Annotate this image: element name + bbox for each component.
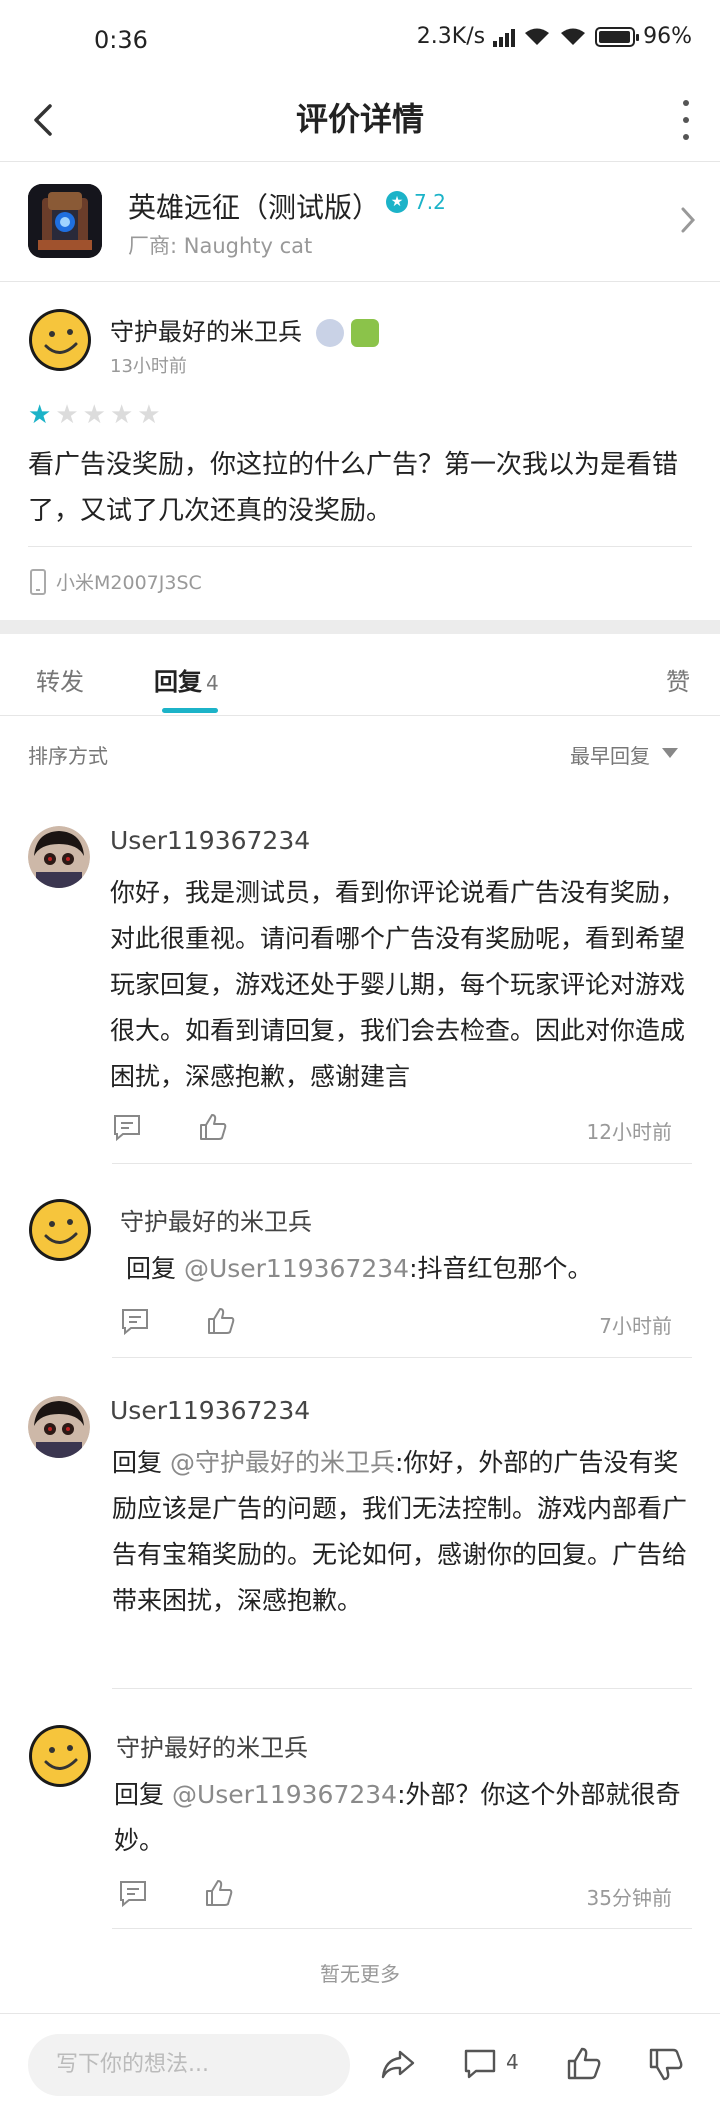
smiley-avatar-icon [29, 1725, 91, 1787]
comment-icon[interactable] [120, 1306, 150, 1336]
reply-actions: 35分钟前 [118, 1878, 672, 1914]
review-time: 13小时前 [110, 356, 187, 377]
status-icons: 2.3K/s 96% [417, 24, 692, 49]
sort-bar: 排序方式 最早回复 [0, 716, 720, 788]
bottom-action-bar: 写下你的想法... 4 [0, 2014, 720, 2113]
divider [28, 546, 692, 547]
reply-text: 回复 @守护最好的米卫兵:你好，外部的广告没有奖励应该是广告的问题，我们无法控制… [112, 1448, 688, 1615]
star-rating: ★ ★ ★ ★ ★ [28, 402, 161, 428]
network-speed: 2.3K/s [416, 24, 486, 49]
tab-forward[interactable]: 转发 [36, 662, 84, 697]
star-icon: ★ [28, 400, 52, 430]
reply-time: 7小时前 [599, 1314, 672, 1338]
sort-dropdown[interactable]: 最早回复 [570, 740, 650, 769]
more-options-button[interactable] [678, 100, 694, 140]
reply-time: 12小时前 [586, 1120, 672, 1144]
comment-input[interactable]: 写下你的想法... [28, 2034, 350, 2096]
review-body: 看广告没奖励，你这拉的什么广告？第一次我以为是看错了，又试了几次还真的没奖励。 [28, 450, 679, 526]
mention-link[interactable]: @守护最好的米卫兵 [170, 1448, 395, 1477]
like-icon[interactable] [204, 1878, 234, 1908]
reply-text: 回复 @User119367234:抖音红包那个。 [126, 1254, 593, 1283]
reply-author[interactable]: 守护最好的米卫兵 [116, 1728, 308, 1763]
comment-icon[interactable] [462, 2046, 498, 2082]
smiley-avatar-icon [29, 309, 91, 371]
star-icon: ★ [82, 400, 106, 430]
review-author[interactable]: 守护最好的米卫兵 [110, 312, 380, 347]
status-bar: 0:36 2.3K/s 96% [0, 0, 720, 80]
section-gap [0, 620, 720, 634]
wifi-icon-2 [559, 27, 587, 47]
comment-icon[interactable] [112, 1112, 142, 1142]
tab-replies[interactable]: 回复 4 [154, 662, 219, 697]
character-avatar-icon [28, 826, 90, 888]
avatar[interactable] [28, 1724, 92, 1788]
divider [112, 1357, 692, 1358]
star-icon: ★ [55, 400, 79, 430]
no-more-label: 暂无更多 [320, 1962, 400, 1986]
reply-text: 回复 @User119367234:外部？你这个外部就很奇妙。 [114, 1780, 681, 1855]
reply-actions: 7小时前 [120, 1306, 672, 1342]
divider [112, 1688, 692, 1689]
divider [112, 1928, 692, 1929]
mention-link[interactable]: @User119367234 [172, 1780, 397, 1809]
battery-icon [595, 26, 640, 47]
sort-label: 排序方式 [28, 744, 108, 768]
game-app-icon [28, 184, 102, 258]
like-icon[interactable] [198, 1112, 228, 1142]
avatar[interactable] [28, 1396, 90, 1458]
reply-time: 35分钟前 [586, 1886, 672, 1910]
avatar[interactable] [28, 1198, 92, 1262]
dislike-icon[interactable] [648, 2046, 684, 2082]
mention-link[interactable]: @User119367234 [184, 1254, 409, 1283]
avatar[interactable] [28, 826, 90, 888]
like-icon[interactable] [206, 1306, 236, 1336]
title-bar: 评价详情 [0, 80, 720, 162]
game-rating: ★ 7.2 [386, 190, 446, 214]
tab-bar: 转发 回复 4 赞 [0, 634, 720, 716]
active-tab-indicator [162, 708, 218, 713]
status-time: 0:36 [94, 26, 148, 54]
device-info: 小米M2007J3SC [30, 568, 202, 595]
dropdown-arrow-icon[interactable] [662, 748, 678, 758]
device-name: 小米M2007J3SC [56, 572, 202, 594]
rating-value: 7.2 [414, 190, 446, 214]
character-badge-icon [351, 319, 380, 347]
game-vendor: 厂商: Naughty cat [128, 234, 313, 258]
divider [112, 1163, 692, 1164]
game-card[interactable]: 英雄远征（测试版） ★ 7.2 厂商: Naughty cat [0, 162, 720, 282]
comment-icon[interactable] [118, 1878, 148, 1908]
reply-actions: 12小时前 [112, 1112, 672, 1148]
like-icon[interactable] [566, 2046, 602, 2082]
smiley-avatar-icon [29, 1199, 91, 1261]
avatar[interactable] [28, 308, 92, 372]
phone-icon [30, 568, 46, 595]
wifi-icon [523, 27, 551, 47]
page-title: 评价详情 [295, 100, 424, 138]
share-icon[interactable] [380, 2046, 416, 2082]
chevron-right-icon [681, 207, 696, 233]
battery-percent: 96% [643, 24, 692, 49]
reply-text: 你好，我是测试员，看到你评论说看广告没有奖励，对此很重视。请问看哪个广告没有奖励… [110, 878, 686, 1091]
reply-author[interactable]: User119367234 [110, 826, 310, 855]
rating-star-icon: ★ [386, 191, 408, 213]
reply-author[interactable]: User119367234 [110, 1396, 310, 1425]
divider [0, 281, 720, 282]
level-badge-icon [315, 319, 344, 347]
tab-likes[interactable]: 赞 [666, 662, 690, 697]
star-icon: ★ [137, 400, 161, 430]
character-avatar-icon [28, 1396, 90, 1458]
game-name: 英雄远征（测试版） [128, 191, 381, 224]
reply-author[interactable]: 守护最好的米卫兵 [120, 1202, 312, 1237]
signal-icon [493, 27, 516, 47]
comment-count: 4 [506, 2050, 519, 2074]
star-icon: ★ [109, 400, 134, 430]
